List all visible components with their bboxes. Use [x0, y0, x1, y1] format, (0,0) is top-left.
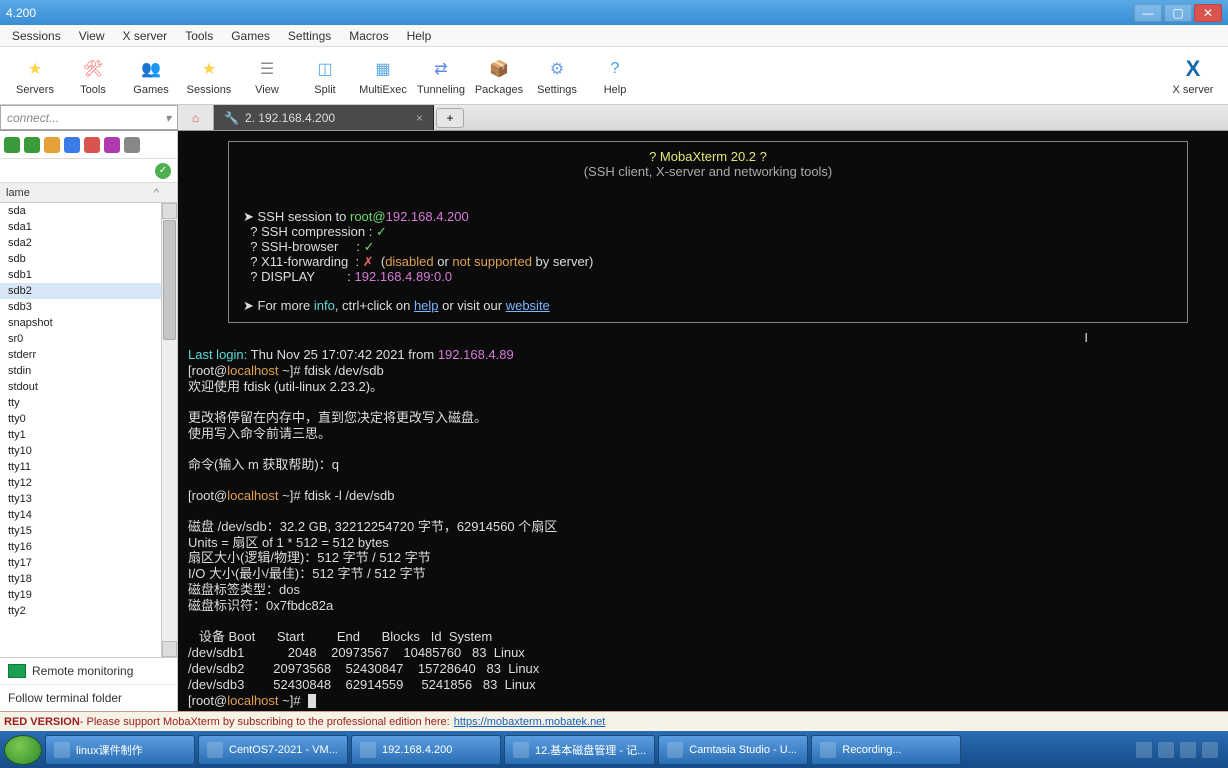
file-list[interactable]: sdasda1sda2sdbsdb1sdb2sdb3snapshotsr0std… [0, 203, 161, 657]
taskbar-item[interactable]: linux课件制作 [45, 735, 195, 765]
file-item-tty10[interactable]: tty10 [0, 443, 161, 459]
follow-terminal-folder[interactable]: Follow terminal folder [0, 684, 177, 711]
file-item-tty1[interactable]: tty1 [0, 427, 161, 443]
menu-view[interactable]: View [71, 27, 113, 45]
new-tab-button[interactable]: + [436, 108, 464, 128]
properties-icon[interactable] [104, 137, 120, 153]
toolbar-settings[interactable]: ⚙Settings [528, 49, 586, 103]
monitor-icon [8, 664, 26, 678]
file-item-tty16[interactable]: tty16 [0, 539, 161, 555]
menu-tools[interactable]: Tools [177, 27, 221, 45]
file-item-tty17[interactable]: tty17 [0, 555, 161, 571]
file-item-tty12[interactable]: tty12 [0, 475, 161, 491]
wrench-icon: 🔧 [224, 111, 239, 125]
file-item-sdb2[interactable]: sdb2 [0, 283, 161, 299]
quick-connect-input[interactable]: connect... ▾ [0, 105, 178, 130]
delete-icon[interactable] [84, 137, 100, 153]
toolbar-help[interactable]: ?Help [586, 49, 644, 103]
menu-games[interactable]: Games [223, 27, 278, 45]
toolbar-packages[interactable]: 📦Packages [470, 49, 528, 103]
windows-taskbar: linux课件制作CentOS7-2021 - VM...192.168.4.2… [0, 731, 1228, 768]
file-item-tty19[interactable]: tty19 [0, 587, 161, 603]
toolbar-sessions[interactable]: ★Sessions [180, 49, 238, 103]
file-item-stdin[interactable]: stdin [0, 363, 161, 379]
file-item-sdb[interactable]: sdb [0, 251, 161, 267]
red-version-label: RED VERSION [4, 716, 80, 728]
tray-icon[interactable] [1180, 742, 1196, 758]
volume-icon[interactable] [1202, 742, 1218, 758]
taskbar-item[interactable]: 12.基本磁盘管理 - 记... [504, 735, 655, 765]
menubar: Sessions View X server Tools Games Setti… [0, 25, 1228, 47]
terminal-cursor [308, 694, 316, 708]
menu-xserver[interactable]: X server [115, 27, 176, 45]
window-titlebar: 4.200 — ▢ ✕ [0, 0, 1228, 25]
file-item-sdb3[interactable]: sdb3 [0, 299, 161, 315]
tray-icon[interactable] [1158, 742, 1174, 758]
menu-help[interactable]: Help [399, 27, 440, 45]
unregistered-banner: RED VERSION - Please support MobaXterm b… [0, 711, 1228, 731]
upload-icon[interactable] [4, 137, 20, 153]
system-tray[interactable] [1130, 742, 1224, 758]
file-list-header[interactable]: lame ^ [0, 183, 177, 203]
start-button[interactable] [4, 735, 42, 765]
toolbar-split[interactable]: ◫Split [296, 49, 354, 103]
file-item-tty15[interactable]: tty15 [0, 523, 161, 539]
file-list-scrollbar[interactable] [161, 203, 177, 657]
remote-monitoring-toggle[interactable]: Remote monitoring [0, 658, 177, 684]
file-item-sda2[interactable]: sda2 [0, 235, 161, 251]
maximize-button[interactable]: ▢ [1164, 4, 1192, 22]
file-item-tty18[interactable]: tty18 [0, 571, 161, 587]
tray-icon[interactable] [1136, 742, 1152, 758]
sidebar-toolbar [0, 131, 177, 159]
minimize-button[interactable]: — [1134, 4, 1162, 22]
window-title: 4.200 [6, 6, 36, 20]
session-tab-1[interactable]: 🔧 2. 192.168.4.200 × [214, 105, 434, 130]
toolbar-view[interactable]: ☰View [238, 49, 296, 103]
file-item-sr0[interactable]: sr0 [0, 331, 161, 347]
toolbar-games[interactable]: 👥Games [122, 49, 180, 103]
download-icon[interactable] [24, 137, 40, 153]
toolbar-tunneling[interactable]: ⇄Tunneling [412, 49, 470, 103]
file-item-tty13[interactable]: tty13 [0, 491, 161, 507]
refresh-icon[interactable] [64, 137, 80, 153]
taskbar-item[interactable]: CentOS7-2021 - VM... [198, 735, 348, 765]
file-item-sdb1[interactable]: sdb1 [0, 267, 161, 283]
file-item-tty11[interactable]: tty11 [0, 459, 161, 475]
menu-macros[interactable]: Macros [341, 27, 396, 45]
toolbar-tools[interactable]: 🛠Tools [64, 49, 122, 103]
file-item-tty0[interactable]: tty0 [0, 411, 161, 427]
file-item-tty[interactable]: tty [0, 395, 161, 411]
toolbar: ★Servers🛠Tools👥Games★Sessions☰View◫Split… [0, 47, 1228, 105]
text-caret-icon: I [1084, 331, 1088, 346]
banner-box: ? MobaXterm 20.2 ? (SSH client, X-server… [228, 141, 1188, 323]
file-item-sda[interactable]: sda [0, 203, 161, 219]
file-item-stderr[interactable]: stderr [0, 347, 161, 363]
file-item-tty2[interactable]: tty2 [0, 603, 161, 619]
tab-strip: connect... ▾ ⌂ 🔧 2. 192.168.4.200 × + [0, 105, 1228, 131]
home-tab[interactable]: ⌂ [178, 105, 214, 130]
file-item-sda1[interactable]: sda1 [0, 219, 161, 235]
menu-settings[interactable]: Settings [280, 27, 339, 45]
subscribe-link[interactable]: https://mobaxterm.mobatek.net [454, 716, 606, 728]
up-icon: ^ [154, 187, 159, 199]
check-icon: ✓ [155, 163, 171, 179]
sftp-status: ✓ [0, 159, 177, 183]
folder-icon[interactable] [44, 137, 60, 153]
sidebar: ✓ lame ^ sdasda1sda2sdbsdb1sdb2sdb3snaps… [0, 131, 178, 711]
file-item-tty14[interactable]: tty14 [0, 507, 161, 523]
file-item-snapshot[interactable]: snapshot [0, 315, 161, 331]
taskbar-item[interactable]: Camtasia Studio - U... [658, 735, 808, 765]
toolbar-servers[interactable]: ★Servers [6, 49, 64, 103]
taskbar-item[interactable]: Recording... [811, 735, 961, 765]
toolbar-multiexec[interactable]: ▦MultiExec [354, 49, 412, 103]
taskbar-item[interactable]: 192.168.4.200 [351, 735, 501, 765]
tab-close-icon[interactable]: × [416, 111, 423, 125]
edit-icon[interactable] [124, 137, 140, 153]
menu-sessions[interactable]: Sessions [4, 27, 69, 45]
close-button[interactable]: ✕ [1194, 4, 1222, 22]
toolbar-xserver[interactable]: X X server [1164, 49, 1222, 103]
terminal[interactable]: ? MobaXterm 20.2 ? (SSH client, X-server… [178, 131, 1228, 711]
file-item-stdout[interactable]: stdout [0, 379, 161, 395]
tab-label: 2. 192.168.4.200 [245, 111, 335, 125]
